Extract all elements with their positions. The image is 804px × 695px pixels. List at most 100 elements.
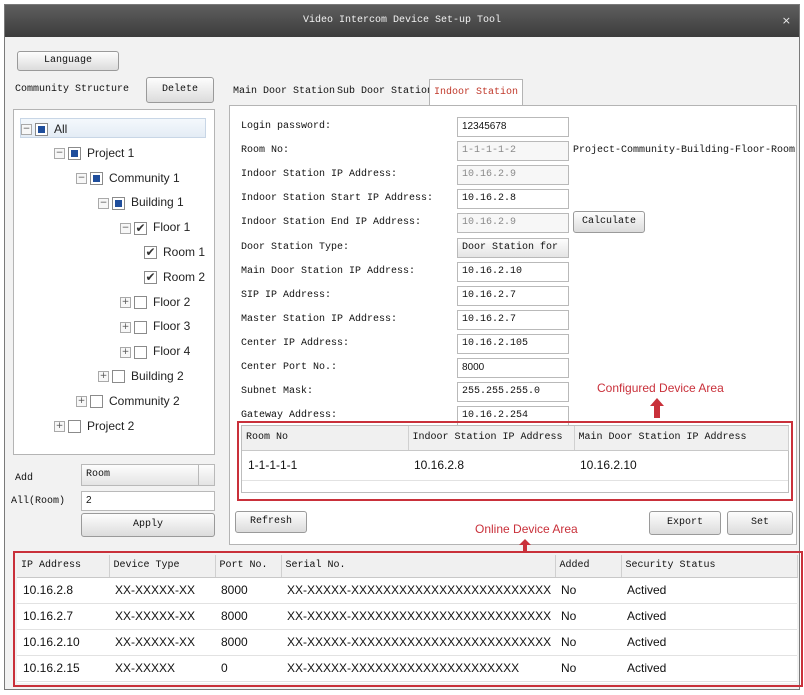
column-header[interactable]: Main Door Station IP Address (574, 426, 789, 451)
tree-node[interactable]: − Building 1 (98, 192, 184, 212)
calculate-button[interactable]: Calculate (573, 211, 645, 233)
tree-node[interactable]: + Building 2 (98, 366, 184, 386)
table-cell: 10.16.2.15 (17, 655, 109, 682)
refresh-button[interactable]: Refresh (235, 511, 307, 533)
configured-device-area-caption: Configured Device Area (597, 381, 724, 395)
add-type-select[interactable]: Room (81, 464, 215, 486)
tree-node[interactable]: ✔ Room 2 (144, 267, 205, 287)
expand-icon[interactable]: + (120, 296, 131, 308)
language-button[interactable]: Language (17, 51, 119, 71)
tree-node-label: Building 2 (131, 369, 184, 383)
tab-main-door-station[interactable]: Main Door Station (229, 79, 339, 104)
column-header[interactable]: Added (555, 555, 622, 578)
tree-node-label: Floor 1 (153, 220, 191, 235)
tree-node[interactable]: − Project 1 (54, 143, 134, 163)
form-label: Indoor Station End IP Address: (241, 217, 422, 229)
form-field[interactable]: 12345678 (457, 117, 569, 137)
tree-checkbox[interactable] (112, 370, 125, 384)
form-field[interactable]: 10.16.2.10 (457, 261, 569, 282)
form-field[interactable]: 10.16.2.9 (457, 213, 569, 234)
tree-node[interactable]: − ✔ Floor 1 (120, 217, 190, 237)
form-field[interactable]: 1-1-1-1-2 (457, 141, 569, 162)
tree-node[interactable]: + Floor 2 (120, 292, 190, 312)
collapse-icon[interactable]: − (54, 148, 65, 160)
tree-checkbox[interactable] (68, 147, 81, 161)
table-cell: No (555, 655, 621, 682)
table-cell: 8000 (215, 603, 281, 630)
tree-checkbox[interactable]: ✔ (134, 221, 147, 235)
apply-button[interactable]: Apply (81, 513, 215, 537)
tree-checkbox[interactable] (68, 419, 81, 433)
tree-node-label: Floor 3 (153, 319, 191, 334)
tree-node[interactable]: − All (20, 118, 206, 138)
form-label: Center Port No.: (241, 362, 338, 373)
table-row[interactable]: 10.16.2.10 XX-XXXXX-XX 8000 XX-XXXXX-XXXXXX… (17, 629, 797, 656)
tab-sub-door-station[interactable]: Sub Door Station (333, 79, 437, 104)
expand-icon[interactable]: + (54, 420, 65, 432)
table-cell: XX-XXXXX-XX (109, 629, 215, 656)
tree-node[interactable]: ✔ Room 1 (144, 242, 205, 262)
table-cell: 10.16.2.8 (408, 450, 574, 481)
tree-checkbox[interactable] (134, 345, 147, 359)
tree-node[interactable]: + Floor 4 (120, 341, 190, 361)
form-label: Gateway Address: (241, 410, 338, 422)
table-row[interactable]: 10.16.2.7 XX-XXXXX-XX 8000 XX-XXXXX-XXXXXXX… (17, 603, 797, 630)
all-room-field[interactable]: 2 (81, 491, 215, 511)
form-field[interactable]: 10.16.2.7 (457, 285, 569, 306)
tree-node[interactable]: − Community 1 (76, 168, 180, 188)
column-header[interactable]: Security Status (621, 555, 798, 578)
tree-node[interactable]: + Community 2 (76, 391, 180, 411)
delete-button[interactable]: Delete (146, 77, 214, 103)
form-field[interactable]: 10.16.2.7 (457, 309, 569, 330)
tree-node[interactable]: + Project 2 (54, 416, 134, 436)
expand-icon[interactable]: + (76, 396, 87, 408)
arrow-up-icon (650, 398, 664, 418)
expand-icon[interactable]: + (120, 321, 131, 333)
column-header[interactable]: Room No (242, 426, 409, 451)
tree-checkbox[interactable] (35, 123, 48, 137)
tree-node-label: Room 2 (163, 269, 206, 284)
table-row[interactable]: 10.16.2.8 XX-XXXXX-XX 8000 XX-XXXXX-XXXXXXX… (17, 577, 797, 604)
table-row[interactable]: 10.16.2.15 XX-XXXXX 0 XX-XXXXX-XXXXXXXXXXXX… (17, 655, 797, 682)
table-cell: 10.16.2.7 (17, 603, 109, 630)
collapse-icon[interactable]: − (120, 222, 131, 234)
tree-checkbox[interactable]: ✔ (144, 271, 157, 285)
form-field[interactable]: 10.16.2.8 (457, 189, 569, 210)
table-cell: XX-XXXXX-XXXXXXXXXXXXXXXXXXXXXXXXX (281, 577, 555, 604)
column-header[interactable]: IP Address (17, 555, 110, 578)
tree-node[interactable]: + Floor 3 (120, 316, 190, 336)
table-cell: Actived (621, 603, 797, 630)
expand-icon[interactable]: + (120, 346, 131, 358)
form-field[interactable]: 255.255.255.0 (457, 382, 569, 403)
form-label: Main Door Station IP Address: (241, 265, 416, 277)
table-cell: 10.16.2.8 (17, 577, 109, 604)
collapse-icon[interactable]: − (21, 124, 32, 136)
set-button[interactable]: Set (727, 511, 793, 535)
table-cell: XX-XXXXX (109, 655, 215, 682)
column-header[interactable]: Port No. (215, 555, 282, 578)
form-label: Door Station Type: (241, 241, 350, 253)
column-header[interactable]: Indoor Station IP Address (408, 426, 575, 451)
door-station-type-select[interactable]: Door Station for (457, 237, 569, 258)
form-field[interactable]: 10.16.2.9 (457, 165, 569, 186)
table-row[interactable]: 1-1-1-1-1 10.16.2.8 10.16.2.10 (242, 450, 788, 481)
tab-indoor-station[interactable]: Indoor Station (429, 79, 524, 105)
column-header[interactable]: Serial No. (281, 555, 556, 578)
dropdown-button[interactable] (198, 465, 214, 485)
column-header[interactable]: Device Type (109, 555, 216, 578)
form-field[interactable]: 8000 (457, 358, 569, 378)
table-cell: XX-XXXXX-XX (109, 577, 215, 604)
form-field[interactable]: 10.16.2.105 (457, 333, 569, 354)
close-icon[interactable]: × (782, 5, 791, 37)
expand-icon[interactable]: + (98, 371, 109, 383)
table-cell: Actived (621, 577, 797, 604)
collapse-icon[interactable]: − (98, 197, 109, 209)
tree-checkbox[interactable] (90, 395, 103, 409)
export-button[interactable]: Export (649, 511, 721, 535)
tree-checkbox[interactable] (134, 295, 147, 309)
collapse-icon[interactable]: − (76, 172, 87, 184)
tree-checkbox[interactable] (112, 196, 125, 210)
tree-checkbox[interactable] (134, 320, 147, 334)
tree-checkbox[interactable]: ✔ (144, 246, 157, 260)
tree-checkbox[interactable] (90, 171, 103, 185)
